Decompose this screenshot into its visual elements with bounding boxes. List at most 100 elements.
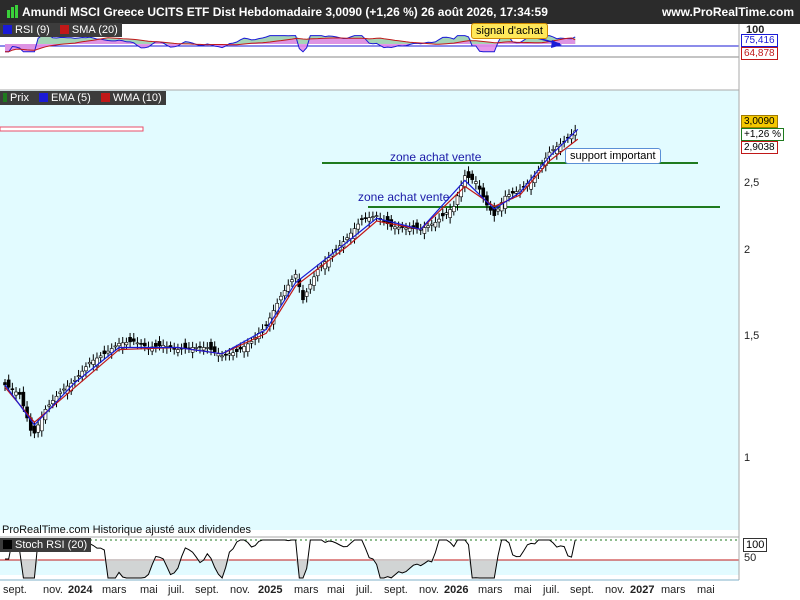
- candle-body[interactable]: [106, 350, 110, 354]
- candle-body[interactable]: [238, 346, 243, 350]
- candle-body[interactable]: [212, 346, 217, 352]
- candle-body[interactable]: [194, 347, 199, 349]
- candle-body[interactable]: [91, 359, 96, 365]
- candle-body[interactable]: [433, 222, 438, 228]
- candle-body[interactable]: [205, 347, 210, 349]
- stoch-legend-item[interactable]: Stoch RSI (20): [3, 538, 87, 552]
- candle-body[interactable]: [98, 355, 103, 358]
- candle-body[interactable]: [14, 391, 18, 396]
- candle-body[interactable]: [393, 226, 397, 230]
- candle-body[interactable]: [198, 346, 202, 348]
- candle-body[interactable]: [76, 375, 81, 378]
- candle-body[interactable]: [404, 227, 408, 230]
- candle-body[interactable]: [308, 283, 313, 290]
- candle-body[interactable]: [154, 343, 158, 347]
- candle-body[interactable]: [10, 388, 15, 391]
- candle-body[interactable]: [360, 218, 364, 220]
- candle-body[interactable]: [209, 341, 213, 350]
- candle-body[interactable]: [6, 379, 11, 388]
- candle-body[interactable]: [227, 353, 232, 356]
- candle-body[interactable]: [474, 181, 478, 184]
- candle-body[interactable]: [304, 291, 309, 297]
- candle-body[interactable]: [282, 290, 287, 297]
- candle-body[interactable]: [481, 187, 486, 198]
- candle-body[interactable]: [507, 194, 511, 197]
- candle-body[interactable]: [429, 223, 434, 226]
- candle-body[interactable]: [246, 343, 250, 352]
- candle-body[interactable]: [466, 171, 471, 178]
- candle-body[interactable]: [36, 424, 40, 433]
- candle-body[interactable]: [477, 185, 482, 190]
- candle-body[interactable]: [201, 347, 206, 351]
- price-legend-item[interactable]: Prix: [3, 91, 29, 105]
- candle-body[interactable]: [301, 290, 305, 301]
- candle-body[interactable]: [290, 279, 294, 283]
- candle-body[interactable]: [286, 284, 291, 292]
- candle-body[interactable]: [216, 353, 221, 357]
- candle-body[interactable]: [113, 345, 118, 348]
- candle-body[interactable]: [183, 342, 188, 349]
- candle-body[interactable]: [293, 274, 298, 279]
- candle-body[interactable]: [407, 227, 412, 232]
- candle-body[interactable]: [448, 209, 452, 218]
- candle-body[interactable]: [396, 226, 401, 230]
- candle-body[interactable]: [345, 237, 349, 240]
- candle-body[interactable]: [264, 324, 268, 327]
- ema-legend-item[interactable]: EMA (5): [39, 91, 91, 105]
- candle-body[interactable]: [139, 343, 143, 345]
- rsi-legend-item[interactable]: RSI (9): [3, 23, 50, 37]
- candle-body[interactable]: [231, 352, 235, 356]
- candle-body[interactable]: [124, 342, 129, 346]
- zone-upper-label[interactable]: zone achat vente: [390, 150, 481, 164]
- candle-body[interactable]: [87, 362, 92, 365]
- candle-body[interactable]: [356, 223, 360, 230]
- candle-body[interactable]: [234, 349, 239, 352]
- candle-body[interactable]: [367, 217, 372, 222]
- candle-body[interactable]: [510, 191, 515, 194]
- candle-body[interactable]: [172, 348, 177, 350]
- sma-legend-item[interactable]: SMA (20): [59, 23, 118, 37]
- candle-body[interactable]: [279, 295, 283, 301]
- signal-callout[interactable]: signal d'achat: [471, 23, 548, 39]
- candle-body[interactable]: [440, 213, 445, 217]
- candle-body[interactable]: [102, 350, 107, 355]
- candle-body[interactable]: [17, 392, 22, 395]
- candle-body[interactable]: [21, 391, 26, 407]
- candle-body[interactable]: [223, 353, 228, 356]
- candle-body[interactable]: [514, 191, 519, 194]
- candle-body[interactable]: [312, 276, 316, 286]
- candle-body[interactable]: [363, 217, 368, 219]
- candle-body[interactable]: [3, 382, 7, 386]
- candle-body[interactable]: [551, 149, 555, 151]
- candle-body[interactable]: [157, 341, 162, 347]
- chart-canvas[interactable]: [0, 0, 800, 600]
- wma-legend-item[interactable]: WMA (10): [100, 91, 162, 105]
- candle-body[interactable]: [249, 341, 254, 344]
- candle-body[interactable]: [62, 388, 66, 391]
- candle-body[interactable]: [32, 425, 37, 434]
- zone-lower-label[interactable]: zone achat vente: [358, 190, 449, 204]
- candle-body[interactable]: [455, 195, 460, 205]
- candle-body[interactable]: [47, 404, 51, 407]
- candle-body[interactable]: [444, 212, 449, 215]
- candle-body[interactable]: [452, 206, 456, 213]
- candle-body[interactable]: [242, 346, 246, 353]
- candle-body[interactable]: [470, 173, 475, 180]
- candle-body[interactable]: [220, 355, 224, 358]
- candle-body[interactable]: [422, 227, 427, 234]
- support-callout[interactable]: support important: [565, 148, 661, 164]
- candle-body[interactable]: [135, 342, 140, 345]
- candle-body[interactable]: [128, 337, 132, 343]
- candle-body[interactable]: [426, 225, 430, 228]
- candle-body[interactable]: [374, 215, 379, 217]
- candle-body[interactable]: [176, 349, 180, 353]
- candle-body[interactable]: [371, 216, 375, 218]
- candle-body[interactable]: [131, 338, 136, 342]
- candle-body[interactable]: [58, 391, 62, 394]
- candle-body[interactable]: [117, 343, 121, 347]
- candle-body[interactable]: [142, 342, 147, 347]
- resistance-box[interactable]: [0, 126, 144, 132]
- candle-body[interactable]: [437, 218, 441, 223]
- candle-body[interactable]: [84, 366, 88, 372]
- candle-body[interactable]: [51, 400, 55, 405]
